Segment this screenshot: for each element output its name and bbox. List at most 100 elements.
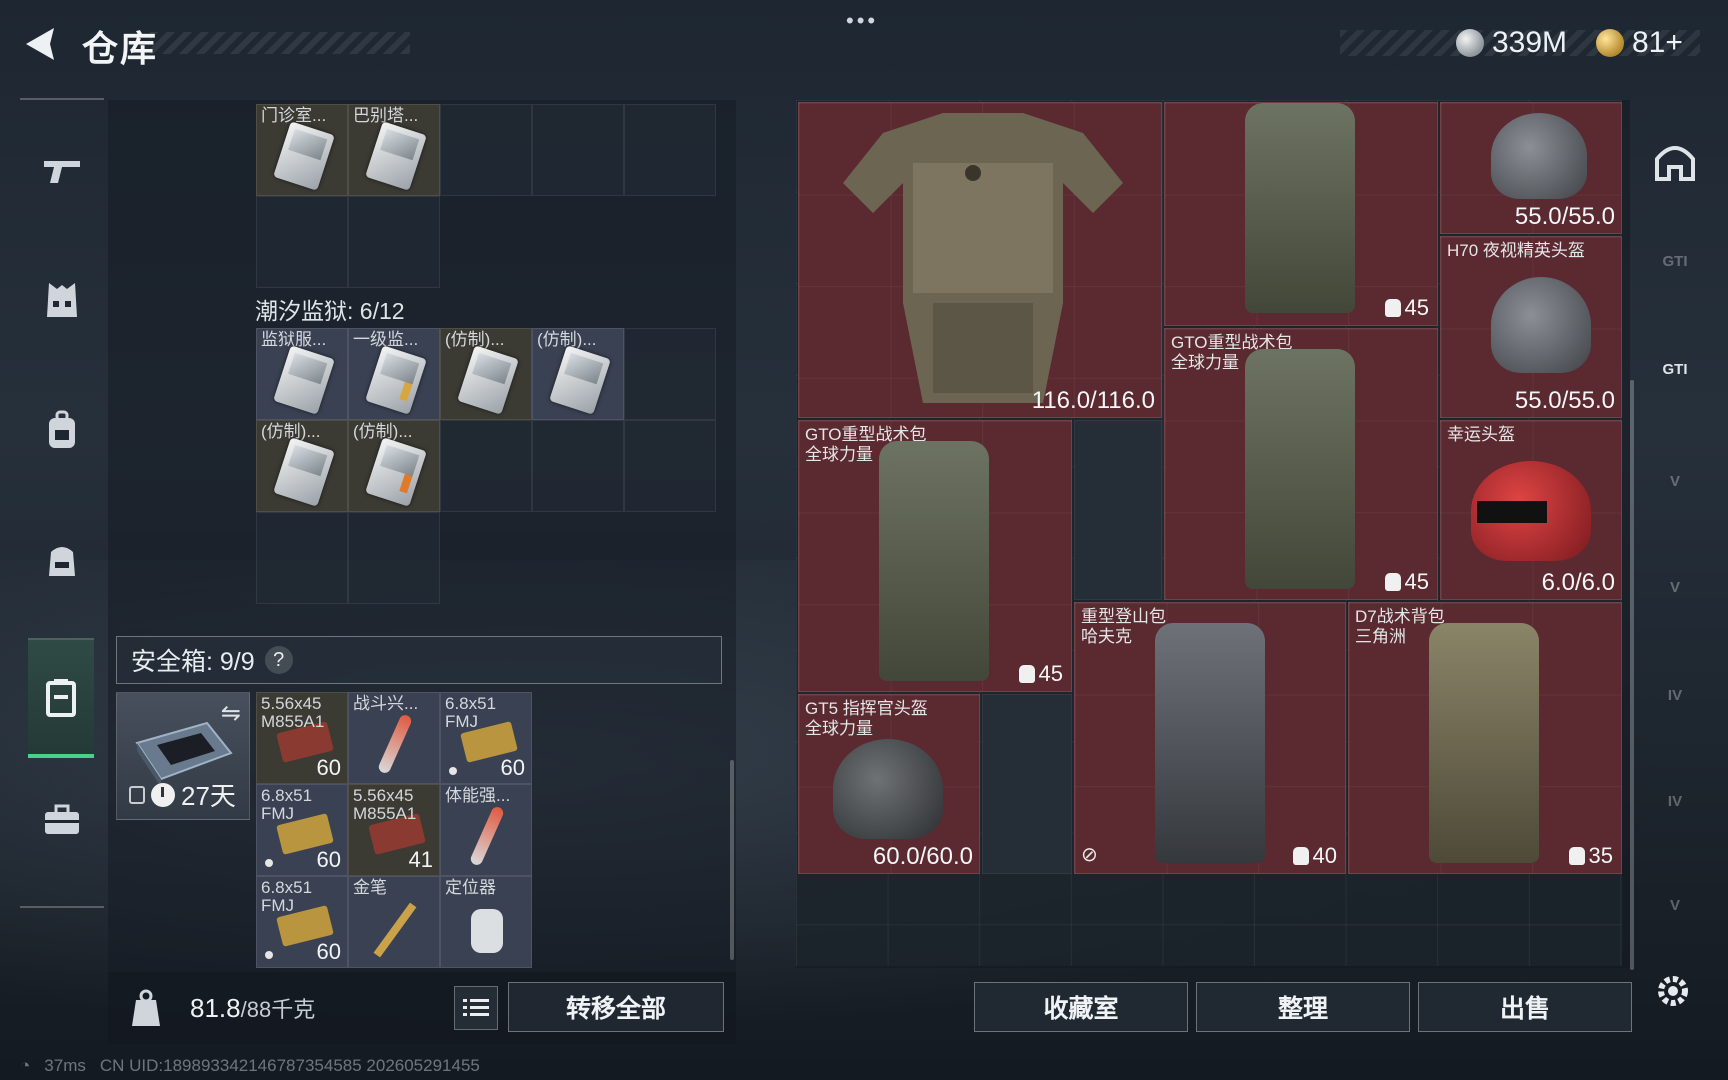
sort-button[interactable]: 整理 <box>1196 982 1410 1032</box>
helmet-h70-item[interactable]: H70 夜视精英头盔 55.0/55.0 <box>1440 236 1622 418</box>
right-nav-iv-a[interactable]: IV <box>1646 666 1704 724</box>
gun-icon <box>44 161 80 183</box>
stash-item[interactable]: (仿制)... <box>256 420 348 512</box>
nav-briefcase[interactable] <box>30 788 94 852</box>
right-nav-v-b[interactable]: V <box>1646 558 1704 616</box>
status-line: ◔ 37ms CN UID:189893342146787354585 2026… <box>20 1056 480 1076</box>
right-nav-iv-b[interactable]: IV <box>1646 772 1704 830</box>
weight-max: /88千克 <box>240 997 316 1022</box>
item-name: 战斗兴... <box>353 694 419 713</box>
stash-empty-slot[interactable] <box>440 420 532 512</box>
item-name: 定位器 <box>445 878 496 897</box>
sell-button[interactable]: 出售 <box>1418 982 1632 1032</box>
pen-icon <box>373 902 417 958</box>
safe-box-item[interactable]: 6.8x51 FMJ 60 <box>440 692 532 784</box>
helmet-top-item[interactable]: 55.0/55.0 <box>1440 102 1622 234</box>
empty-slot[interactable] <box>1074 420 1162 600</box>
stash-empty-slot[interactable] <box>624 104 716 196</box>
stash-item[interactable]: 监狱服... <box>256 328 348 420</box>
backpack-image <box>1245 103 1355 313</box>
bag-icon <box>1568 847 1585 865</box>
safe-box-item[interactable]: 5.56x45 M855A1 41 <box>348 784 440 876</box>
equipment-scrollbar[interactable] <box>1630 380 1634 970</box>
safe-box-item[interactable]: 6.8x51 FMJ 60 <box>256 784 348 876</box>
backpack-top-item[interactable]: 45 <box>1164 102 1438 326</box>
nav-safe-box[interactable] <box>28 638 94 758</box>
helmet-lucky-item[interactable]: 幸运头盔 6.0/6.0 <box>1440 420 1622 600</box>
keycard-icon <box>273 345 335 415</box>
stash-empty-slot[interactable] <box>624 420 716 512</box>
empty-slot[interactable] <box>982 694 1072 874</box>
currency-silver[interactable]: 339M <box>1456 26 1567 60</box>
backpack-gto-left-item[interactable]: GTO重型战术包 全球力量 45 <box>798 420 1072 692</box>
stash-scrollbar[interactable] <box>730 760 734 960</box>
settings-button[interactable] <box>1644 962 1702 1020</box>
stash-item[interactable]: (仿制)... <box>440 328 532 420</box>
stash-empty-slot[interactable] <box>532 104 624 196</box>
safe-box-item[interactable]: 5.56x45 M855A1 60 <box>256 692 348 784</box>
tidal-prison-label: 潮汐监狱: 6/12 <box>255 298 405 324</box>
collection-room-button[interactable]: 收藏室 <box>974 982 1188 1032</box>
uid-text: CN UID:189893342146787354585 20260529145… <box>99 1056 480 1075</box>
keycard-icon <box>365 437 427 507</box>
injector-icon <box>376 713 414 775</box>
stash-item[interactable]: 巴别塔... <box>348 104 440 196</box>
bag-icon <box>1018 665 1035 683</box>
helmet-icon <box>1655 146 1695 181</box>
right-nav-helmet[interactable] <box>1646 132 1704 190</box>
stash-item[interactable]: 一级监... <box>348 328 440 420</box>
more-menu-button[interactable]: ••• <box>846 8 878 34</box>
gear-icon <box>1658 976 1688 1006</box>
keycard-icon <box>365 345 427 415</box>
item-name: 体能强... <box>445 786 511 805</box>
rig-icon <box>49 547 75 576</box>
backpack-gto-center-item[interactable]: GTO重型战术包 全球力量 45 <box>1164 328 1438 600</box>
backpack-d7-capacity: 35 <box>1568 843 1613 869</box>
safe-box-item[interactable]: 金笔 <box>348 876 440 968</box>
back-button[interactable] <box>18 22 62 66</box>
marker-dot-icon <box>449 767 457 775</box>
stash-item[interactable]: (仿制)... <box>532 328 624 420</box>
helmet-gt5-item[interactable]: GT5 指挥官头盔 全球力量 60.0/60.0 <box>798 694 980 874</box>
helmet-top-durability: 55.0/55.0 <box>1514 203 1615 230</box>
currency-gold[interactable]: 81+ <box>1596 26 1683 60</box>
stash-empty-slot[interactable] <box>256 512 348 604</box>
stash-empty-slot[interactable] <box>624 328 716 420</box>
safe-box-item[interactable]: 体能强... <box>440 784 532 876</box>
stash-empty-slot[interactable] <box>348 512 440 604</box>
list-view-button[interactable] <box>454 986 498 1030</box>
backpack-hafuke-item[interactable]: 重型登山包 哈夫克 ⊘ 40 <box>1074 602 1346 874</box>
clock-icon <box>151 782 175 807</box>
lucky-helmet-image <box>1471 461 1591 561</box>
backpack-gto-center-capacity: 45 <box>1384 569 1429 595</box>
right-nav-v-a[interactable]: V <box>1646 452 1704 510</box>
stash-empty-slot[interactable] <box>532 420 624 512</box>
nav-chest-rig[interactable] <box>30 528 94 592</box>
right-nav-v-c[interactable]: V <box>1646 876 1704 934</box>
nav-weapons[interactable] <box>30 138 94 202</box>
safe-box-item[interactable]: 战斗兴... <box>348 692 440 784</box>
stash-item[interactable]: 门诊室... <box>256 104 348 196</box>
armor-vest-image <box>843 113 1123 403</box>
armor-vest-item[interactable]: 116.0/116.0 <box>798 102 1162 418</box>
safe-box-item[interactable]: 定位器 <box>440 876 532 968</box>
safe-box-item[interactable]: 6.8x51 FMJ 60 <box>256 876 348 968</box>
safe-box-container[interactable]: ⇋ 27天 <box>116 692 250 820</box>
marker-dot-icon <box>265 859 273 867</box>
backpack-hafuke-name: 重型登山包 哈夫克 <box>1081 607 1166 646</box>
stash-empty-slot[interactable] <box>440 104 532 196</box>
right-nav-gti-b[interactable]: GTI <box>1646 340 1704 398</box>
bag-icon <box>1292 847 1309 865</box>
stash-empty-slot[interactable] <box>256 196 348 288</box>
no-insure-icon: ⊘ <box>1081 844 1098 866</box>
stash-item[interactable]: (仿制)... <box>348 420 440 512</box>
transfer-all-button[interactable]: 转移全部 <box>508 982 724 1032</box>
lock-icon <box>129 785 145 804</box>
help-icon[interactable]: ? <box>264 646 293 674</box>
nav-backpack[interactable] <box>30 398 94 462</box>
currency-silver-value: 339M <box>1492 26 1568 59</box>
nav-armor[interactable] <box>30 268 94 332</box>
backpack-d7-item[interactable]: D7战术背包 三角洲 35 <box>1348 602 1622 874</box>
stash-empty-slot[interactable] <box>348 196 440 288</box>
right-nav-gti-a[interactable]: GTI <box>1646 232 1704 290</box>
